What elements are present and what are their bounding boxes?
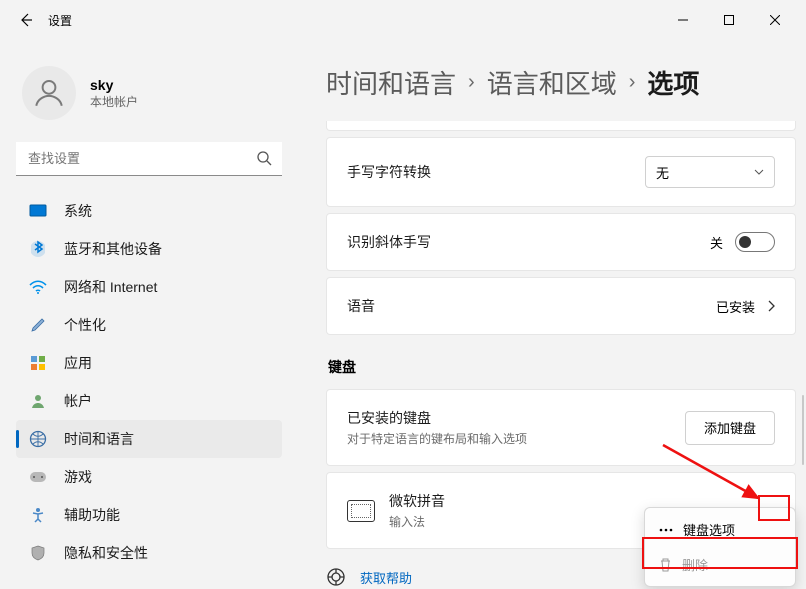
ctx-delete: 删除 [649,547,791,582]
select-value: 无 [656,163,669,182]
nav-label: 网络和 Internet [64,277,157,297]
nav-label: 时间和语言 [64,429,134,449]
ctx-label: 键盘选项 [683,520,735,539]
ime-sub: 输入法 [389,513,445,530]
window-title: 设置 [48,12,72,29]
context-menu: 键盘选项 删除 [644,507,796,587]
crumb-options: 选项 [647,64,699,101]
brush-icon [28,315,48,335]
row-italic: 识别斜体手写 关 [327,214,795,270]
avatar-icon [22,66,76,120]
keyboard-icon [347,500,375,522]
ctx-keyboard-options[interactable]: 键盘选项 [649,512,791,547]
nav-accounts[interactable]: 帐户 [16,382,282,420]
accessibility-icon [28,505,48,525]
nav-label: 辅助功能 [64,505,120,525]
nav-label: 蓝牙和其他设备 [64,239,162,259]
nav-gaming[interactable]: 游戏 [16,458,282,496]
nav-personalization[interactable]: 个性化 [16,306,282,344]
keyboard-section-title: 键盘 [328,357,806,377]
nav-bluetooth[interactable]: 蓝牙和其他设备 [16,230,282,268]
get-help-label: 获取帮助 [360,568,412,587]
nav-accessibility[interactable]: 辅助功能 [16,496,282,534]
back-button[interactable] [8,2,44,38]
user-subtitle: 本地帐户 [90,93,138,110]
apps-icon [28,353,48,373]
breadcrumb: 时间和语言 › 语言和区域 › 选项 [326,64,806,101]
handwriting-label: 手写字符转换 [347,162,431,182]
nav-label: 帐户 [64,391,92,411]
user-name: sky [90,77,138,93]
toggle-state: 关 [710,233,723,252]
minimize-button[interactable] [660,4,706,36]
nav-label: 个性化 [64,315,106,335]
globe-clock-icon [28,429,48,449]
voice-label: 语音 [347,296,375,316]
chevron-right-icon: › [629,71,636,94]
close-button[interactable] [752,4,798,36]
nav-privacy[interactable]: 隐私和安全性 [16,534,282,572]
row-handwriting: 手写字符转换 无 [327,138,795,206]
search-input[interactable] [16,142,282,176]
add-keyboard-button[interactable]: 添加键盘 [685,411,775,445]
bluetooth-icon [28,239,48,259]
card-fragment [326,121,796,131]
nav-label: 应用 [64,353,92,373]
chevron-right-icon: › [468,71,475,94]
user-block: sky 本地帐户 [22,66,300,120]
italic-toggle[interactable] [735,232,775,252]
chevron-down-icon [754,169,764,175]
nav-apps[interactable]: 应用 [16,344,282,382]
chevron-right-icon [767,300,775,312]
nav-label: 系统 [64,201,92,221]
scrollbar[interactable] [802,395,804,465]
row-voice[interactable]: 语音 已安装 [327,278,795,334]
italic-label: 识别斜体手写 [347,232,431,252]
nav-label: 游戏 [64,467,92,487]
shield-icon [28,543,48,563]
nav-system[interactable]: 系统 [16,192,282,230]
gamepad-icon [28,467,48,487]
installed-kb-sub: 对于特定语言的键布局和输入选项 [347,430,527,447]
trash-icon [659,558,672,572]
voice-status: 已安装 [716,297,755,316]
wifi-icon [28,277,48,297]
handwriting-select[interactable]: 无 [645,156,775,188]
nav-label: 隐私和安全性 [64,543,148,563]
maximize-button[interactable] [706,4,752,36]
nav-network[interactable]: 网络和 Internet [16,268,282,306]
crumb-time-language[interactable]: 时间和语言 [326,64,456,101]
ime-title: 微软拼音 [389,491,445,511]
search-icon [256,150,272,171]
more-icon [659,528,673,532]
crumb-language-region[interactable]: 语言和区域 [487,64,617,101]
search-box[interactable] [16,142,282,176]
person-icon [28,391,48,411]
installed-kb-title: 已安装的键盘 [347,408,527,428]
row-installed-keyboards: 已安装的键盘 对于特定语言的键布局和输入选项 添加键盘 [327,390,795,465]
ctx-label: 删除 [682,555,708,574]
display-icon [28,201,48,221]
nav-time-language[interactable]: 时间和语言 [16,420,282,458]
